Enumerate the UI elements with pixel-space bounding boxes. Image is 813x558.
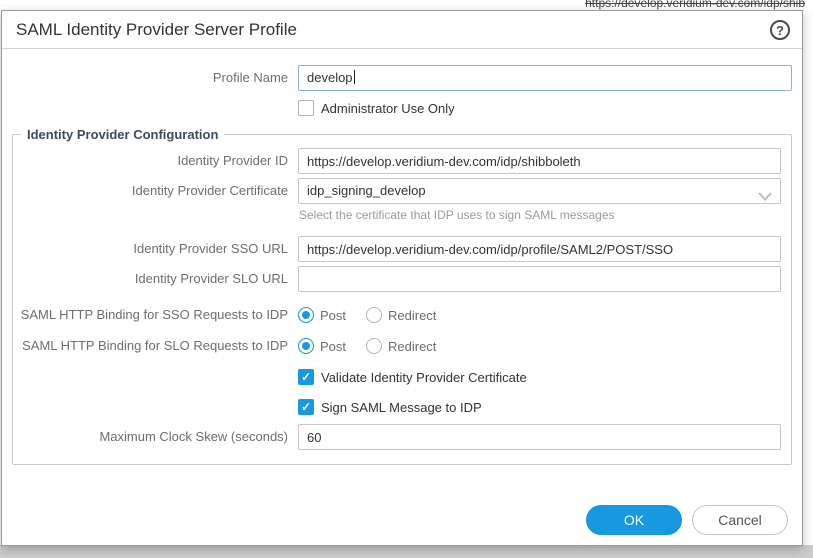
sso-binding-post-radio[interactable]: Post — [298, 307, 346, 323]
dialog-titlebar: SAML Identity Provider Server Profile ? — [2, 11, 802, 49]
group-title: Identity Provider Configuration — [21, 127, 224, 142]
idp-id-row: Identity Provider ID — [13, 148, 781, 174]
dialog-title: SAML Identity Provider Server Profile — [16, 20, 297, 40]
sso-binding-label: SAML HTTP Binding for SSO Requests to ID… — [13, 302, 298, 323]
saml-idp-server-profile-dialog: SAML Identity Provider Server Profile ? … — [1, 10, 803, 546]
sign-saml-message-checkbox[interactable]: Sign SAML Message to IDP — [298, 394, 781, 420]
page-background: https://develop.veridium-dev.com/idp/shi… — [0, 0, 813, 558]
slo-binding-row: SAML HTTP Binding for SLO Requests to ID… — [13, 333, 781, 354]
sso-binding-radio-group: Post Redirect — [298, 302, 781, 323]
administrator-use-only-checkbox[interactable]: Administrator Use Only — [298, 95, 792, 121]
sso-url-input[interactable] — [298, 236, 781, 262]
idp-certificate-help-text: Select the certificate that IDP uses to … — [299, 208, 781, 222]
clock-skew-row: Maximum Clock Skew (seconds) — [13, 424, 781, 450]
slo-binding-redirect-radio[interactable]: Redirect — [366, 338, 436, 354]
dialog-content: Profile Name develop Administrator Use O… — [2, 49, 802, 465]
radio-unselected-icon — [366, 338, 382, 354]
sign-saml-message-label: Sign SAML Message to IDP — [321, 400, 482, 415]
idp-certificate-select[interactable]: idp_signing_develop — [298, 178, 781, 204]
profile-name-row: Profile Name develop — [2, 65, 792, 91]
profile-name-input[interactable]: develop — [298, 65, 792, 91]
admin-only-row: Administrator Use Only — [2, 95, 792, 121]
slo-binding-label: SAML HTTP Binding for SLO Requests to ID… — [13, 333, 298, 354]
sso-binding-redirect-radio[interactable]: Redirect — [366, 307, 436, 323]
slo-binding-post-radio[interactable]: Post — [298, 338, 346, 354]
idp-certificate-label: Identity Provider Certificate — [13, 178, 298, 199]
background-bottom-strip — [0, 545, 813, 558]
sso-binding-redirect-label: Redirect — [388, 308, 436, 323]
slo-url-row: Identity Provider SLO URL — [13, 266, 781, 292]
sso-url-label: Identity Provider SSO URL — [13, 236, 298, 257]
sign-saml-row: Sign SAML Message to IDP — [13, 394, 781, 420]
dialog-footer: OK Cancel — [586, 505, 788, 535]
background-url-text: https://develop.veridium-dev.com/idp/shi… — [585, 0, 805, 10]
administrator-use-only-label: Administrator Use Only — [321, 101, 455, 116]
clock-skew-input[interactable] — [298, 424, 781, 450]
text-cursor — [354, 70, 355, 84]
sso-binding-row: SAML HTTP Binding for SSO Requests to ID… — [13, 302, 781, 323]
slo-url-label: Identity Provider SLO URL — [13, 266, 298, 287]
validate-cert-row: Validate Identity Provider Certificate — [13, 364, 781, 390]
idp-certificate-row: Identity Provider Certificate idp_signin… — [13, 178, 781, 232]
idp-id-input[interactable] — [298, 148, 781, 174]
help-icon[interactable]: ? — [770, 20, 790, 40]
validate-idp-certificate-label: Validate Identity Provider Certificate — [321, 370, 527, 385]
sso-binding-post-label: Post — [320, 308, 346, 323]
slo-binding-radio-group: Post Redirect — [298, 333, 781, 354]
profile-name-value: develop — [307, 70, 353, 85]
radio-unselected-icon — [366, 307, 382, 323]
idp-certificate-value: idp_signing_develop — [298, 178, 781, 204]
radio-selected-icon — [298, 338, 314, 354]
clock-skew-label: Maximum Clock Skew (seconds) — [13, 424, 298, 445]
sso-url-row: Identity Provider SSO URL — [13, 236, 781, 262]
profile-name-label: Profile Name — [2, 65, 298, 86]
idp-id-label: Identity Provider ID — [13, 148, 298, 169]
slo-binding-post-label: Post — [320, 339, 346, 354]
validate-idp-certificate-checkbox[interactable]: Validate Identity Provider Certificate — [298, 364, 781, 390]
checkbox-checked-icon — [298, 399, 314, 415]
ok-button[interactable]: OK — [586, 505, 682, 535]
slo-binding-redirect-label: Redirect — [388, 339, 436, 354]
cancel-button[interactable]: Cancel — [692, 505, 788, 535]
checkbox-checked-icon — [298, 369, 314, 385]
radio-selected-icon — [298, 307, 314, 323]
slo-url-input[interactable] — [298, 266, 781, 292]
checkbox-unchecked-icon — [298, 100, 314, 116]
identity-provider-configuration-group: Identity Provider Configuration Identity… — [12, 127, 792, 465]
